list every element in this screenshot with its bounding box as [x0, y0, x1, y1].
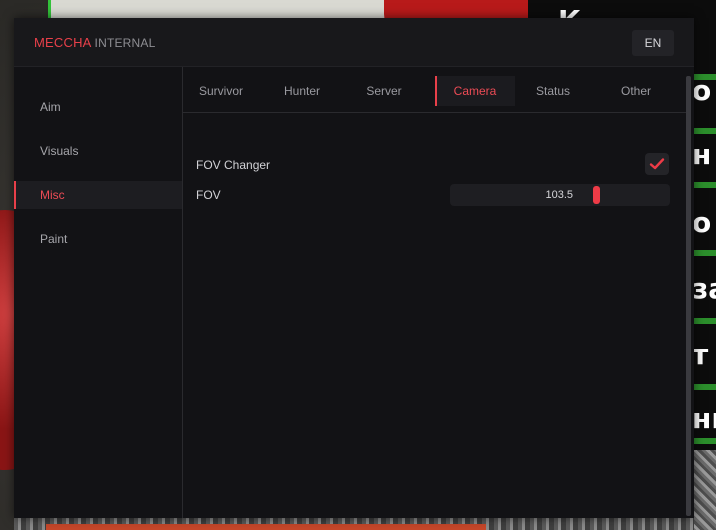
tab-server[interactable]: Server	[347, 76, 421, 106]
sidebar-item-label: Visuals	[40, 144, 79, 158]
sidebar-item-paint[interactable]: Paint	[14, 225, 182, 253]
tab-status[interactable]: Status	[517, 76, 589, 106]
fov-slider-value: 103.5	[545, 189, 573, 201]
tab-bar: Survivor Hunter Server Camera Status Oth…	[183, 76, 686, 113]
background-text: н	[692, 138, 712, 171]
checkmark-icon	[649, 158, 665, 170]
menu-window: MECCHA INTERNAL EN Aim Visuals Misc Paint…	[14, 18, 694, 518]
fov-slider[interactable]: 103.5	[450, 184, 670, 206]
sidebar-item-label: Paint	[40, 232, 68, 246]
tab-survivor[interactable]: Survivor	[183, 76, 259, 106]
tab-camera[interactable]: Camera	[435, 76, 515, 106]
background-text: о	[692, 206, 712, 239]
fov-slider-handle[interactable]	[593, 186, 600, 204]
sidebar-item-visuals[interactable]: Visuals	[14, 137, 182, 165]
brand-logo: MECCHA INTERNAL	[34, 35, 156, 50]
language-button[interactable]: EN	[632, 30, 674, 56]
tab-other[interactable]: Other	[599, 76, 673, 106]
tab-label: Status	[535, 84, 571, 98]
brand-name: MECCHA	[34, 35, 92, 50]
content-scrollbar[interactable]	[686, 76, 691, 516]
background-gravel	[692, 450, 716, 530]
tab-label: Hunter	[283, 84, 321, 98]
background-text: ни	[692, 402, 716, 435]
title-bar[interactable]: MECCHA INTERNAL EN	[14, 18, 694, 67]
sidebar-item-misc[interactable]: Misc	[14, 181, 182, 209]
sidebar-item-label: Aim	[40, 100, 61, 114]
fov-changer-checkbox[interactable]	[645, 153, 669, 175]
sidebar-item-label: Misc	[40, 188, 65, 202]
content-panel: Survivor Hunter Server Camera Status Oth…	[183, 67, 694, 518]
tab-label: Survivor	[198, 84, 243, 98]
sidebar-item-aim[interactable]: Aim	[14, 93, 182, 121]
tab-label: Other	[620, 84, 651, 98]
background-text: т	[692, 338, 709, 371]
tab-label: Server	[366, 84, 402, 98]
background-text: за	[692, 272, 716, 305]
fov-changer-label: FOV Changer	[196, 158, 271, 172]
fov-label: FOV	[196, 188, 221, 202]
brand-subtitle: INTERNAL	[94, 36, 156, 50]
background-red-strip	[46, 524, 486, 530]
tab-hunter[interactable]: Hunter	[265, 76, 339, 106]
sidebar: Aim Visuals Misc Paint	[14, 67, 183, 518]
background-text: о	[692, 74, 712, 107]
tab-label: Camera	[453, 84, 497, 98]
